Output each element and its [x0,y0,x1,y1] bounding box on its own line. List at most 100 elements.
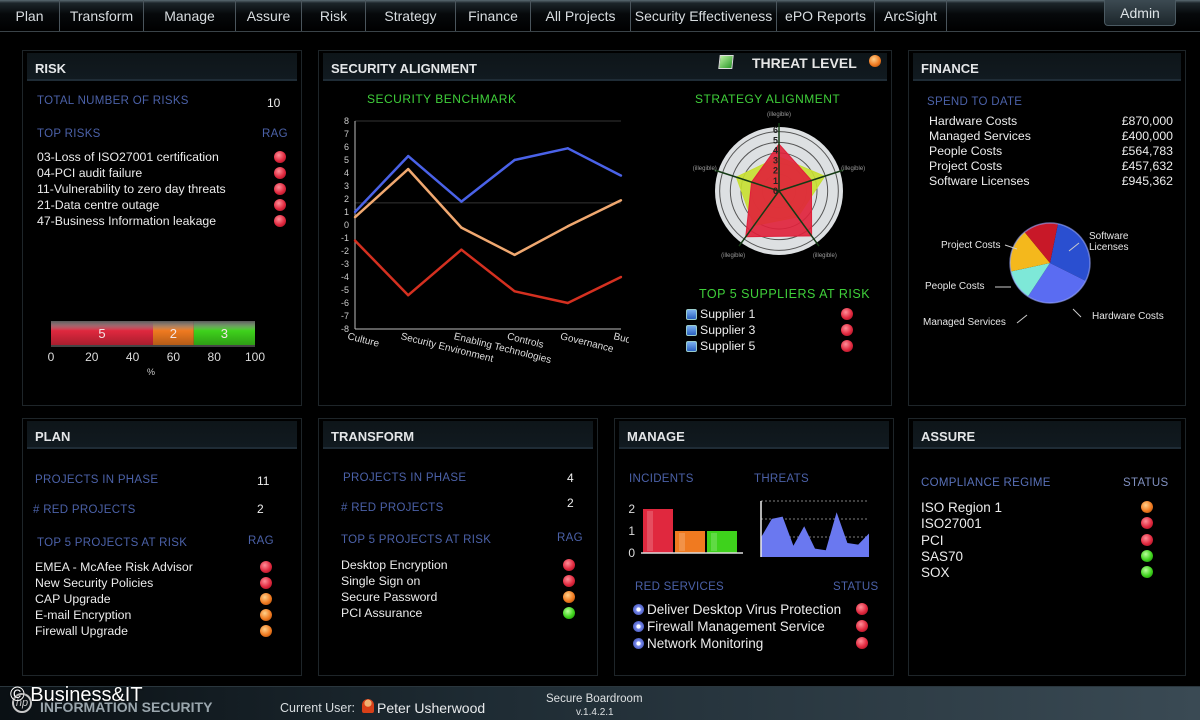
risk-item-label: 47-Business Information leakage [37,214,217,228]
y-tick-label: -5 [341,285,349,295]
tab-all-projects[interactable]: All Projects [531,0,631,31]
risk-item-label: 04-PCI audit failure [37,166,143,180]
finance-row-label: Managed Services [929,129,1031,143]
finance-row-value: £945,362 [1121,174,1173,188]
status-indicator-red [856,603,868,615]
data-point-blue [353,210,357,214]
finance-row-label: Software Licenses [929,174,1030,188]
rag-bar-tick-label: 40 [126,350,140,364]
supplier-icon [686,309,697,320]
pie-label: Licenses [1089,242,1128,253]
status-indicator-red [274,215,286,227]
y-tick-label: 2 [344,194,349,204]
service-gear-icon [633,604,644,615]
services-status-label: STATUS [833,581,879,593]
red-service-item-label: Deliver Desktop Virus Protection [647,602,842,617]
compliance-item-label: SOX [921,565,950,581]
tab-epo-reports[interactable]: ePO Reports [777,0,875,31]
y-tick-label: 4 [344,168,349,178]
compliance-item-label: SAS70 [921,548,964,564]
risk-item-label: 11-Vulnerability to zero day threats [37,182,226,196]
compliance-item-label: ISO Region 1 [921,500,1003,515]
dashboard: Plan Transform Manage Assure Risk Strate… [0,0,1200,720]
status-indicator-red [274,199,286,211]
plan-panel: PLAN PROJECTS IN PHASE 11 # RED PROJECTS… [22,418,302,676]
service-gear-icon [633,638,644,649]
radar-ring-label: 3 [773,156,778,166]
tab-security-effectiveness[interactable]: Security Effectiveness [631,0,777,31]
status-indicator-green [563,607,575,619]
plan-rag-label: RAG [248,535,274,547]
top-nav: Plan Transform Manage Assure Risk Strate… [0,0,1200,32]
plan-project-item-label: EMEA - McAfee Risk Advisor [35,560,193,574]
y-tick-label: -1 [341,233,349,243]
risk-panel: RISK TOTAL NUMBER OF RISKS 10 TOP RISKS … [22,50,302,406]
rag-bar-segment-label: 5 [98,326,105,341]
radar-axis-label: (illegible) [693,166,717,172]
tab-assure[interactable]: Assure [236,0,302,31]
supplier-item-label: Supplier 1 [700,307,756,321]
assure-status-label: STATUS [1123,477,1169,489]
manage-panel-title: MANAGE [619,421,889,449]
status-indicator-red [563,575,575,587]
data-point-red [407,294,410,297]
transform-project-item-label: Desktop Encryption [341,558,448,572]
status-indicator-green [1141,566,1153,579]
radar-ring-label: 1 [773,176,778,186]
data-point-red [460,248,463,251]
finance-row-label: Project Costs [929,159,1003,173]
radar-ring-label: 6 [773,125,778,135]
footer: hp INFORMATION SECURITY Current User: Pe… [0,686,1200,720]
tab-arcsight[interactable]: ArcSight [875,0,947,31]
data-point-red [513,290,516,293]
transform-phase-label: PROJECTS IN PHASE [343,472,467,484]
y-tick-label: 3 [344,181,349,191]
supplier-icon [686,341,697,352]
red-service-item-label: Firewall Management Service [647,619,825,634]
data-point-blue [407,154,410,158]
threat-level-label: THREAT LEVEL [752,55,857,71]
rag-bar-tick-label: 0 [48,350,55,364]
pie-label: People Costs [925,281,984,292]
tab-strategy[interactable]: Strategy [366,0,456,31]
data-point-orange [513,253,516,257]
security-benchmark-title: SECURITY BENCHMARK [367,92,517,106]
transform-project-item-label: Single Sign on [341,574,421,588]
y-tick-label: 1 [344,207,349,217]
supplier-item-label: Supplier 3 [700,323,756,337]
risk-panel-title: RISK [27,53,297,81]
radar-axis-label: (illegible) [813,253,837,259]
manage-panel: MANAGE INCIDENTS THREATS 0 1 2 RED SERVICE… [614,418,894,676]
data-point-blue [619,174,623,177]
x-tick-label: Budget [612,331,629,349]
radar-ring-label: 5 [773,135,778,145]
finance-row-value: £564,783 [1121,144,1173,158]
radar-ring-label: 0 [773,186,778,196]
rag-label: RAG [262,128,288,140]
tab-finance[interactable]: Finance [456,0,531,31]
tab-manage[interactable]: Manage [144,0,236,31]
current-user-name[interactable]: Peter Usherwood [377,700,485,716]
status-indicator-amber [260,625,272,637]
assure-panel: ASSURE COMPLIANCE REGIME STATUS ISO Regi… [908,418,1186,676]
plan-project-item-label: Firewall Upgrade [35,624,128,638]
plan-top-label: TOP 5 PROJECTS AT RISK [37,537,188,549]
threats-area-chart [760,500,869,557]
plan-project-item-label: CAP Upgrade [35,592,111,606]
y-tick-label: 5 [344,155,349,165]
data-point-orange [460,226,463,229]
rag-bar-xlabel: % [147,367,155,377]
red-service-item-label: Network Monitoring [647,636,764,651]
tab-transform[interactable]: Transform [60,0,144,31]
threats-label: THREATS [754,473,809,485]
rag-bar-tick-label: 80 [208,350,222,364]
incident-bar-highlight [711,533,717,551]
admin-button[interactable]: Admin [1104,0,1176,26]
tab-plan[interactable]: Plan [0,0,60,31]
tab-risk[interactable]: Risk [302,0,366,31]
rag-bar-segment-label: 3 [221,326,228,341]
rag-bar-segment-label: 2 [170,326,177,341]
incidents-bar-chart: 0 1 2 [628,502,743,560]
suppliers-at-risk-title: TOP 5 SUPPLIERS AT RISK [699,287,871,301]
assure-panel-title: ASSURE [913,421,1181,449]
